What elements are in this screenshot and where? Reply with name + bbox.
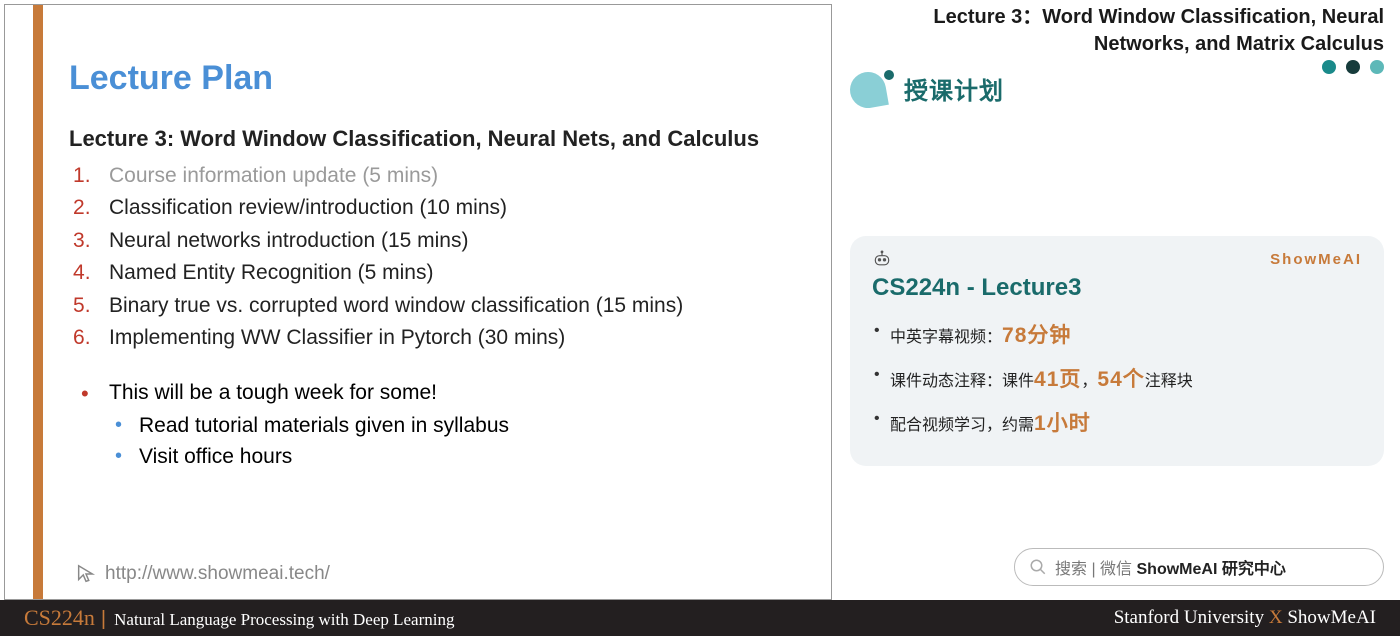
dot-icon xyxy=(1346,60,1360,74)
footer-link[interactable]: http://www.showmeai.tech/ xyxy=(75,563,330,585)
lecture-header: Lecture 3：Word Window Classification, Ne… xyxy=(850,4,1384,58)
course-code: CS224n xyxy=(24,605,95,631)
dot-icon xyxy=(1322,60,1336,74)
search-icon xyxy=(1029,558,1047,576)
info-card: ShowMeAI CS224n - Lecture3 中英字幕视频：78分钟 课… xyxy=(850,236,1384,466)
search-text: 搜索 | 微信 ShowMeAI 研究中心 xyxy=(1055,555,1286,579)
plan-item-3: Neural networks introduction (15 mins) xyxy=(69,225,801,258)
note-main: This will be a tough week for some! xyxy=(69,377,801,410)
accent-bar xyxy=(33,5,43,599)
right-panel: Lecture 3：Word Window Classification, Ne… xyxy=(832,0,1400,596)
dot-icon xyxy=(1370,60,1384,74)
brand-label: ShowMeAI xyxy=(1270,251,1362,268)
robot-icon xyxy=(872,250,892,268)
card-list: 中英字幕视频：78分钟 课件动态注释：课件41页，54个注释块 配合视频学习，约… xyxy=(872,314,1362,446)
plan-item-6: Implementing WW Classifier in Pytorch (3… xyxy=(69,322,801,355)
divider: | xyxy=(101,608,106,631)
slide-panel: Lecture Plan Lecture 3: Word Window Clas… xyxy=(4,4,832,600)
slide-content: Lecture Plan Lecture 3: Word Window Clas… xyxy=(43,5,831,599)
slide-title: Lecture Plan xyxy=(69,59,801,98)
slide-subtitle: Lecture 3: Word Window Classification, N… xyxy=(69,124,801,154)
plan-item-5: Binary true vs. corrupted word window cl… xyxy=(69,290,801,323)
notes-block: This will be a tough week for some! Read… xyxy=(69,377,801,473)
section-title: 授课计划 xyxy=(904,71,1004,106)
section-header: 授课计划 xyxy=(850,70,1384,106)
card-title: CS224n - Lecture3 xyxy=(872,274,1362,302)
card-item-video: 中英字幕视频：78分钟 xyxy=(872,314,1362,358)
lecture-header-line1: Lecture 3：Word Window Classification, Ne… xyxy=(850,4,1384,31)
course-name: Natural Language Processing with Deep Le… xyxy=(114,610,454,630)
note-sub-1: Read tutorial materials given in syllabu… xyxy=(69,410,801,442)
plan-list: Course information update (5 mins) Class… xyxy=(69,160,801,355)
plan-item-2: Classification review/introduction (10 m… xyxy=(69,192,801,225)
cursor-icon xyxy=(75,563,97,585)
section-icon xyxy=(850,70,894,106)
lecture-header-line2: Networks, and Matrix Calculus xyxy=(850,31,1384,58)
bottom-left: CS224n | Natural Language Processing wit… xyxy=(24,605,454,631)
card-item-duration: 配合视频学习，约需1小时 xyxy=(872,402,1362,446)
plan-item-1: Course information update (5 mins) xyxy=(69,160,801,193)
card-item-slides: 课件动态注释：课件41页，54个注释块 xyxy=(872,358,1362,402)
note-sub-2: Visit office hours xyxy=(69,441,801,473)
plan-item-4: Named Entity Recognition (5 mins) xyxy=(69,257,801,290)
search-box[interactable]: 搜索 | 微信 ShowMeAI 研究中心 xyxy=(1014,548,1384,586)
bottom-right: Stanford University X ShowMeAI xyxy=(1114,607,1376,629)
footer-link-text: http://www.showmeai.tech/ xyxy=(105,563,330,585)
bottom-bar: CS224n | Natural Language Processing wit… xyxy=(0,600,1400,636)
